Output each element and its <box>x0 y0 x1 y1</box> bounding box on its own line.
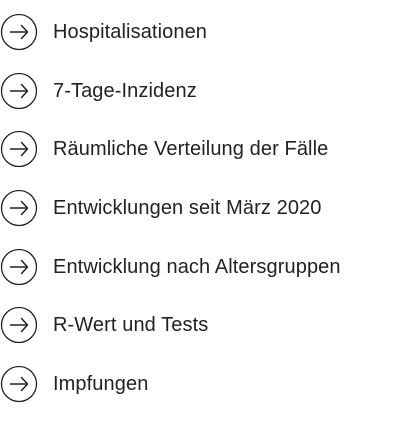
link-impfungen[interactable]: Impfungen <box>0 365 148 403</box>
link-label: Räumliche Verteilung der Fälle <box>53 138 329 160</box>
link-label: Impfungen <box>53 373 149 395</box>
link-7-tage-inzidenz[interactable]: 7-Tage-Inzidenz <box>0 72 197 110</box>
link-label: Entwicklung nach Altersgruppen <box>53 256 341 278</box>
link-raeumliche-verteilung[interactable]: Räumliche Verteilung der Fälle <box>0 130 328 168</box>
link-label: Hospitalisationen <box>53 21 208 43</box>
link-entwicklungen-seit-maerz-2020[interactable]: Entwicklungen seit März 2020 <box>0 189 322 227</box>
arrow-right-circle-icon <box>0 72 38 110</box>
arrow-right-circle-icon <box>0 189 38 227</box>
arrow-right-circle-icon <box>0 130 38 168</box>
link-label: 7-Tage-Inzidenz <box>53 80 197 102</box>
link-label: R-Wert und Tests <box>53 314 209 336</box>
link-hospitalisationen[interactable]: Hospitalisationen <box>0 13 207 51</box>
arrow-right-circle-icon <box>0 306 38 344</box>
link-entwicklung-nach-altersgruppen[interactable]: Entwicklung nach Altersgruppen <box>0 248 341 286</box>
link-label: Entwicklungen seit März 2020 <box>53 197 322 219</box>
arrow-right-circle-icon <box>0 13 38 51</box>
link-r-wert-und-tests[interactable]: R-Wert und Tests <box>0 306 208 344</box>
arrow-right-circle-icon <box>0 248 38 286</box>
arrow-right-circle-icon <box>0 365 38 403</box>
